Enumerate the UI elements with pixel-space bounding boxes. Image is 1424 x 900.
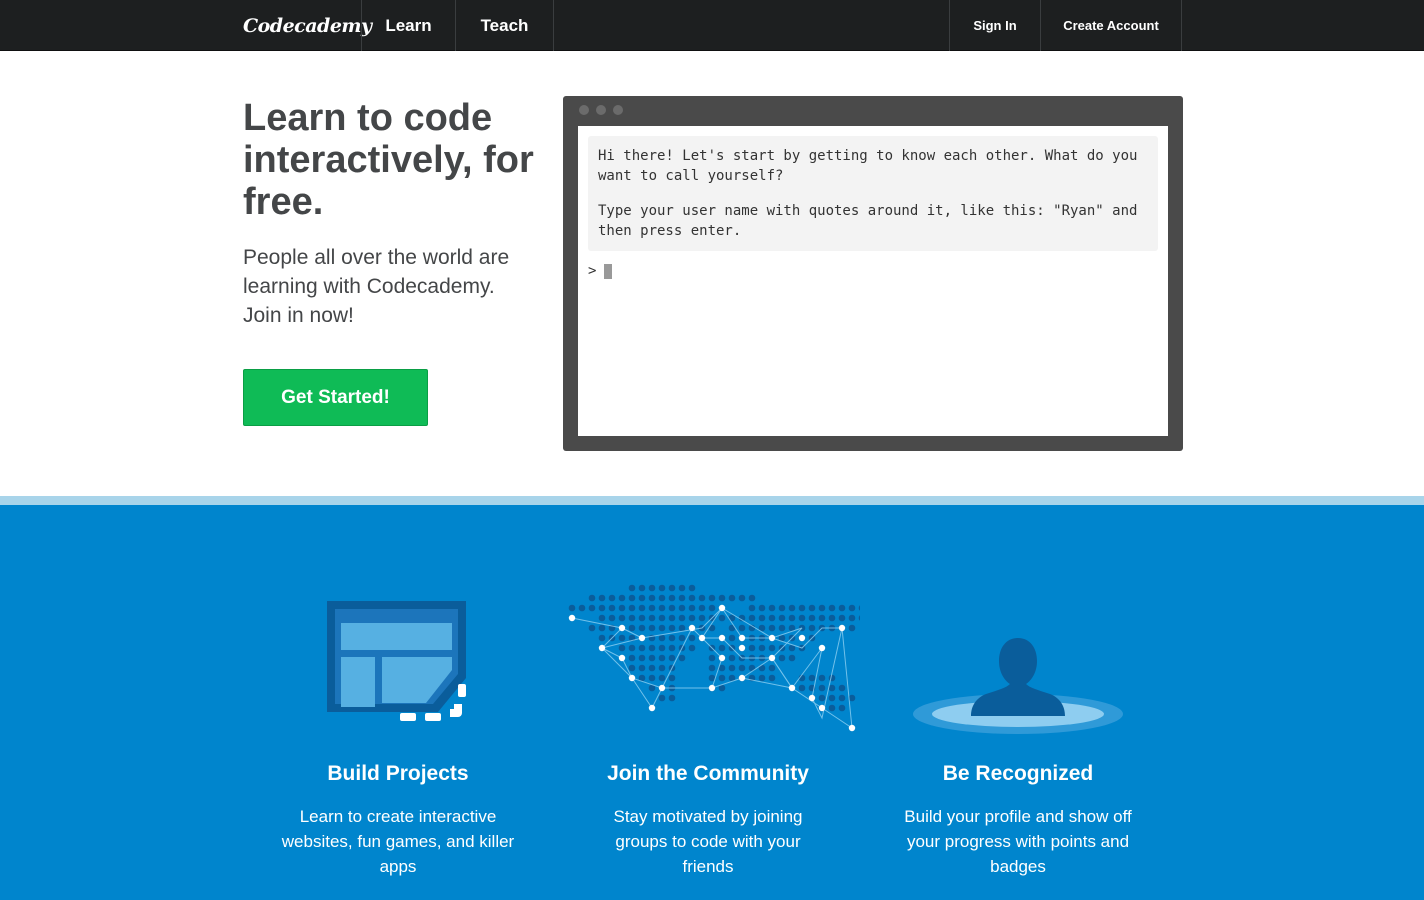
hero-title: Learn to code interactively, for free. [243, 97, 534, 223]
nav-teach[interactable]: Teach [456, 0, 553, 51]
window-dot-icon [613, 105, 623, 115]
profile-icon [913, 638, 1123, 734]
feature-title: Build Projects [327, 762, 469, 785]
feature-description: Build your profile and show off your pro… [904, 807, 1132, 876]
code-terminal: Hi there! Let's start by getting to know… [563, 96, 1183, 451]
window-dot-icon [579, 105, 589, 115]
nav-divider [1181, 0, 1182, 51]
get-started-button[interactable]: Get Started! [243, 369, 428, 426]
nav-divider [553, 0, 554, 51]
projects-icon [327, 601, 466, 721]
feature-description: Stay motivated by joining groups to code… [613, 807, 803, 876]
sign-in-link[interactable]: Sign In [950, 0, 1040, 51]
world-map-icon [568, 584, 860, 732]
create-account-link[interactable]: Create Account [1041, 0, 1181, 51]
top-nav: Codecademy Learn Teach Sign In Create Ac… [0, 0, 1424, 51]
nav-learn[interactable]: Learn [362, 0, 455, 51]
terminal-message-line: Hi there! Let's start by getting to know… [598, 148, 1138, 184]
terminal-message: Hi there! Let's start by getting to know… [588, 136, 1158, 251]
feature-title: Be Recognized [942, 762, 1094, 785]
terminal-screen[interactable]: Hi there! Let's start by getting to know… [578, 126, 1168, 436]
terminal-prompt[interactable]: > [588, 263, 613, 279]
section-divider-stripe [0, 496, 1424, 505]
feature-description: Learn to create interactive websites, fu… [281, 807, 515, 876]
hero-subtitle: People all over the world are learning w… [243, 246, 510, 327]
logo[interactable]: Codecademy [243, 0, 372, 51]
prompt-symbol: > [588, 263, 597, 279]
terminal-message-line: Type your user name with quotes around i… [598, 203, 1138, 239]
feature-title: Join the Community [607, 762, 809, 785]
text-cursor [604, 263, 613, 279]
window-dot-icon [596, 105, 606, 115]
